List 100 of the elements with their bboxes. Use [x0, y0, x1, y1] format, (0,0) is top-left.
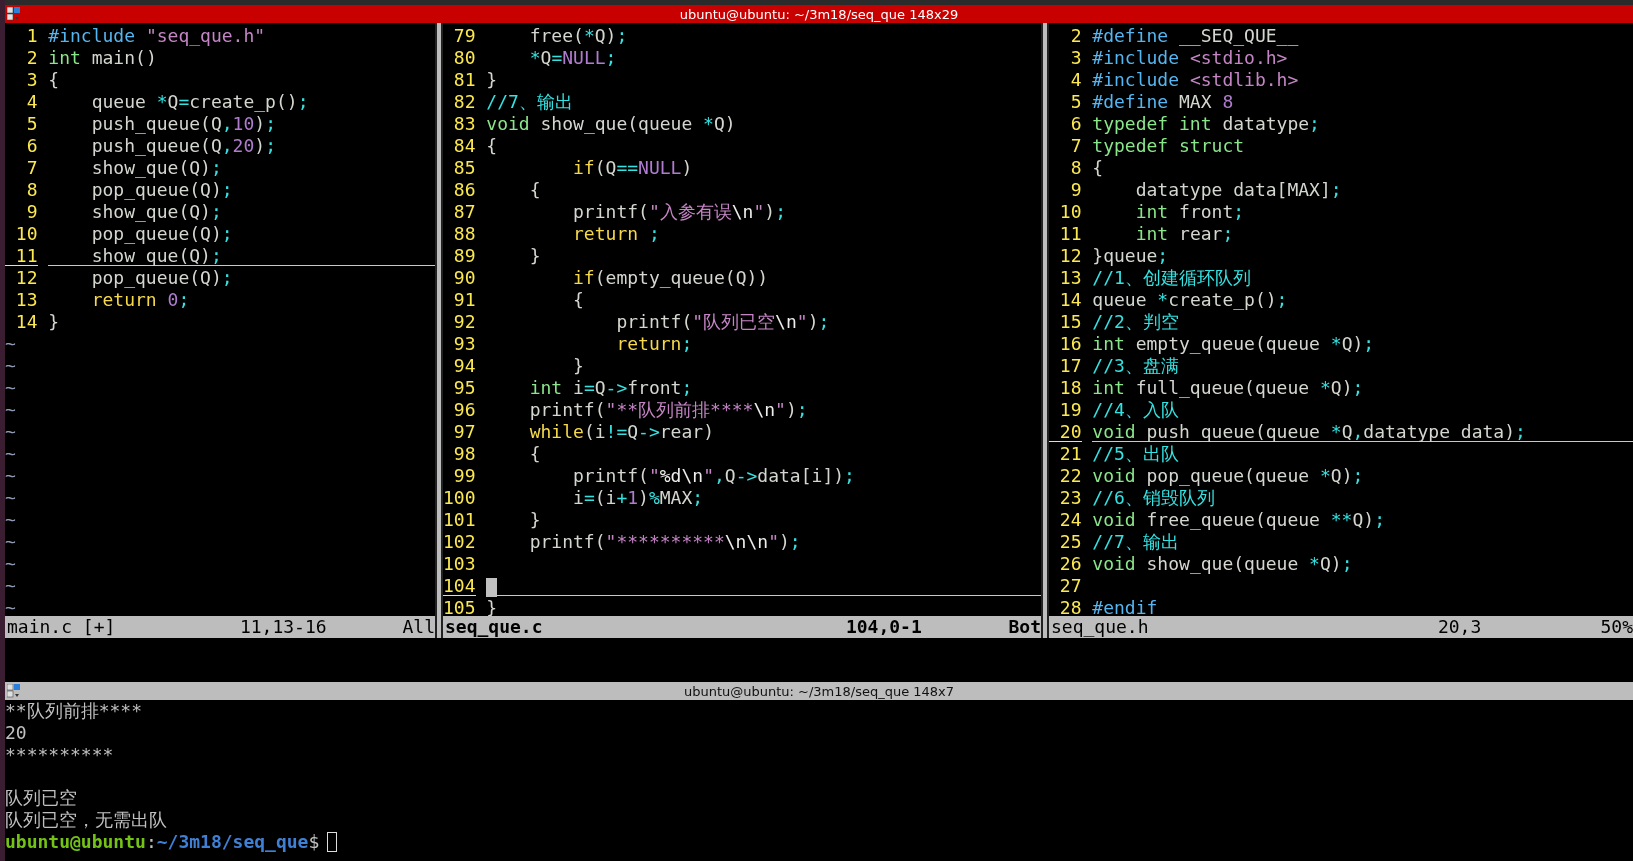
line-number: 3 [25, 69, 38, 90]
code-line: #include "seq_que.h" [48, 25, 266, 46]
code-line: *Q=NULL; [528, 47, 617, 68]
line-number: 104 [443, 575, 476, 596]
empty-line-marker: ~ [5, 355, 16, 376]
line-number: 17 [1058, 355, 1082, 376]
code-line: void pop_queue(queue *Q); [1092, 465, 1364, 486]
code-line: push_queue(Q,20); [90, 135, 276, 156]
window-separator[interactable] [435, 23, 443, 638]
line-number: 21 [1058, 443, 1082, 464]
line-number: 105 [443, 597, 476, 618]
line-number: 86 [452, 179, 476, 200]
line-number: 14 [1058, 289, 1082, 310]
line-number: 81 [452, 69, 476, 90]
code-line: { [486, 135, 498, 156]
line-number: 23 [1058, 487, 1082, 508]
code-line: i=(i+1)%MAX; [572, 487, 704, 508]
window-separator[interactable] [1041, 23, 1049, 638]
code-line: void show_que(queue *Q); [1092, 553, 1353, 574]
terminal-grid-icon[interactable] [7, 7, 21, 21]
file-name: main.c [+] [6, 616, 117, 638]
code-line: queue *Q=create_p(); [90, 91, 309, 112]
empty-line-marker: ~ [5, 465, 16, 486]
empty-line-marker: ~ [5, 575, 16, 596]
code-line: int empty_queue(queue *Q); [1092, 333, 1375, 354]
line-number: 8 [1069, 157, 1082, 178]
code-line: show_que(Q); [90, 201, 222, 222]
line-number: 25 [1058, 531, 1082, 552]
empty-line-marker: ~ [5, 377, 16, 398]
code-line: void show_que(queue *Q) [486, 113, 736, 134]
line-number: 4 [1069, 69, 1082, 90]
line-number: 7 [25, 157, 38, 178]
code-line: //7、输出 [1092, 531, 1179, 552]
line-number: 80 [452, 47, 476, 68]
line-number: 2 [25, 47, 38, 68]
line-number: 98 [452, 443, 476, 464]
file-name: seq_que.c [444, 616, 544, 638]
code-line: if(Q==NULL) [572, 157, 693, 178]
code-line: } [528, 245, 541, 266]
terminal-output-line: 20 [5, 721, 27, 744]
empty-line-marker: ~ [5, 531, 16, 552]
terminal-output-line: ********** [5, 743, 114, 766]
code-line: //3、盘满 [1092, 355, 1179, 376]
code-line: //5、出队 [1092, 443, 1179, 464]
code-line: int i=Q->front; [528, 377, 693, 398]
empty-line-marker: ~ [5, 487, 16, 508]
code-line: } [486, 69, 498, 90]
code-line: int full_queue(queue *Q); [1092, 377, 1364, 398]
code-line: void free_queue(queue **Q); [1092, 509, 1385, 530]
line-number: 90 [452, 267, 476, 288]
line-number: 14 [14, 311, 38, 332]
terminal-cursor [327, 832, 338, 852]
line-number: 20 [1049, 421, 1082, 442]
line-number: 18 [1058, 377, 1082, 398]
line-number: 92 [452, 311, 476, 332]
scroll-position: 50% [1600, 616, 1633, 638]
code-line: } [528, 509, 541, 530]
line-number: 83 [452, 113, 476, 134]
code-line: //4、入队 [1092, 399, 1179, 420]
code-line: }queue; [1092, 245, 1169, 266]
line-number: 11 [5, 245, 38, 266]
code-line: return 0; [90, 289, 190, 310]
line-number: 91 [452, 289, 476, 310]
code-line: pop_queue(Q); [90, 267, 233, 288]
code-line: int front; [1134, 201, 1245, 222]
line-number: 102 [443, 531, 476, 552]
line-number: 5 [25, 113, 38, 134]
code-line: return ; [572, 223, 660, 244]
code-line: #include <stdlib.h> [1092, 69, 1299, 90]
code-line: int rear; [1134, 223, 1234, 244]
line-number: 13 [1058, 267, 1082, 288]
line-number: 11 [1058, 223, 1082, 244]
code-line: { [1092, 157, 1104, 178]
terminal-grid-icon[interactable] [7, 684, 21, 698]
code-line: while(i!=Q->rear) [528, 421, 714, 442]
line-number: 15 [1058, 311, 1082, 332]
code-line: return; [615, 333, 693, 354]
empty-line-marker: ~ [5, 443, 16, 464]
line-number: 3 [1069, 47, 1082, 68]
empty-line-marker: ~ [5, 399, 16, 420]
code-line: #define __SEQ_QUE__ [1092, 25, 1299, 46]
code-line: //6、销毁队列 [1092, 487, 1215, 508]
line-number: 22 [1058, 465, 1082, 486]
code-line: { [572, 289, 584, 310]
code-line: show_que(Q); [90, 245, 222, 266]
line-number: 97 [452, 421, 476, 442]
line-number: 26 [1058, 553, 1082, 574]
line-number: 4 [25, 91, 38, 112]
code-line: datatype data[MAX]; [1134, 179, 1342, 200]
window-title: ubuntu@ubuntu: ~/3m18/seq_que 148x29 [679, 6, 959, 22]
empty-line-marker: ~ [5, 333, 16, 354]
line-number: 79 [452, 25, 476, 46]
line-number: 95 [452, 377, 476, 398]
code-line: #define MAX 8 [1092, 91, 1234, 112]
cursor-position: 104,0-1 [845, 616, 922, 638]
code-line: printf("入参有误\n"); [572, 201, 786, 222]
line-number: 9 [25, 201, 38, 222]
code-line: int main() [48, 47, 157, 68]
code-line: pop_queue(Q); [90, 223, 233, 244]
code-line: { [48, 69, 60, 90]
